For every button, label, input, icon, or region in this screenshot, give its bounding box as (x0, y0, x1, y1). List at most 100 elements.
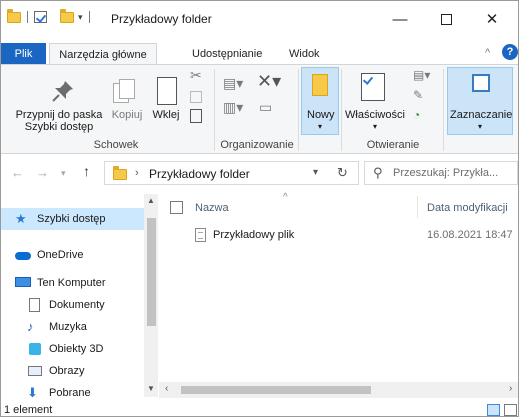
edit-icon[interactable]: ✎ (413, 89, 423, 101)
sidebar-item-quick-access[interactable]: ★ Szybki dostęp (1, 208, 144, 230)
folder-icon (113, 166, 127, 180)
horizontal-scrollbar[interactable]: ‹ › (159, 382, 518, 398)
rename-icon[interactable]: ▭ (259, 100, 272, 114)
item-count: 1 element (4, 404, 53, 416)
pin-icon (52, 81, 73, 102)
refresh-icon[interactable]: ↻ (337, 165, 348, 181)
chevron-down-icon: ▾ (478, 122, 483, 131)
select-label: Zaznaczanie (450, 109, 513, 121)
download-icon: ⬇ (27, 385, 38, 400)
copy-button[interactable]: Kopiuj (109, 109, 145, 121)
minimize-button[interactable]: — (377, 1, 423, 37)
select-all-checkbox[interactable] (170, 201, 183, 214)
recent-locations-icon[interactable]: ▾ (61, 168, 66, 179)
close-button[interactable]: ✕ (469, 1, 515, 37)
column-header-modified[interactable]: Data modyfikacji (427, 202, 508, 214)
pin-label-line1: Przypnij do paska (15, 109, 103, 121)
up-arrow-icon[interactable]: ↑ (83, 163, 90, 179)
column-header-name[interactable]: Nazwa (195, 202, 229, 214)
forward-arrow-icon[interactable]: → (36, 165, 49, 180)
select-button[interactable]: Zaznaczanie ▾ (447, 67, 513, 135)
computer-icon (15, 276, 31, 290)
open-icon[interactable]: ▤▾ (413, 69, 430, 81)
copy-path-icon[interactable] (190, 91, 202, 103)
documents-icon (27, 298, 43, 312)
sidebar-item-3d-objects[interactable]: Obiekty 3D (27, 338, 103, 360)
customize-toolbar-icon[interactable]: ▾ (78, 12, 83, 23)
tab-share[interactable]: Udostępnianie (184, 43, 270, 65)
star-icon: ★ (15, 211, 27, 226)
sidebar-item-label: Muzyka (49, 321, 87, 333)
pin-to-quick-access-button[interactable]: Przypnij do paska Szybki dostęp (5, 109, 113, 133)
scrollbar-thumb[interactable] (147, 218, 156, 326)
help-icon[interactable]: ? (502, 44, 518, 60)
text-file-icon (195, 228, 206, 242)
move-to-icon[interactable]: ▤▾ (223, 76, 243, 90)
sidebar-item-documents[interactable]: Dokumenty (27, 294, 105, 316)
tab-file[interactable]: Plik (1, 43, 46, 65)
new-item-icon (312, 74, 328, 96)
sidebar-item-music[interactable]: ♪ Muzyka (27, 316, 87, 338)
pin-label-line2: Szybki dostęp (24, 121, 94, 133)
sidebar-item-onedrive[interactable]: OneDrive (15, 244, 83, 266)
address-bar[interactable]: › Przykładowy folder ▾ ↻ (104, 161, 359, 185)
scrollbar-thumb[interactable] (181, 386, 371, 394)
sort-ascending-icon: ^ (283, 192, 288, 203)
chevron-down-icon[interactable]: ▾ (313, 167, 318, 178)
ribbon-tabs: Plik Narzędzia główne Udostępnianie Wido… (1, 43, 518, 65)
chevron-right-icon[interactable]: › (135, 167, 139, 179)
chevron-down-icon: ▾ (372, 122, 377, 131)
toolbar-divider (27, 11, 28, 23)
paste-shortcut-icon[interactable] (190, 109, 202, 123)
paste-button[interactable]: Wklej (149, 109, 183, 121)
large-icons-view-icon[interactable] (504, 404, 517, 416)
cut-icon[interactable]: ✂ (190, 68, 202, 82)
quick-access-toolbar: ▾ (7, 8, 96, 23)
new-folder-icon[interactable] (60, 8, 74, 23)
navigation-bar: ← → ▾ ↑ › Przykładowy folder ▾ ↻ ⚲ Przes… (1, 158, 518, 188)
search-input[interactable]: Przeszukaj: Przykła... (393, 167, 498, 179)
sidebar-scrollbar[interactable]: ▲ ▼ (144, 194, 158, 397)
folder-icon (7, 8, 21, 23)
file-modified-date: 16.08.2021 18:47 (427, 229, 513, 241)
close-icon: ✕ (485, 11, 499, 28)
tab-view[interactable]: Widok (281, 43, 328, 65)
maximize-icon (440, 13, 452, 25)
sidebar-item-label: Obiekty 3D (49, 343, 104, 355)
properties-label: Właściwości (345, 109, 405, 121)
column-divider[interactable] (417, 196, 418, 218)
new-button[interactable]: Nowy ▾ (301, 67, 339, 135)
address-path[interactable]: Przykładowy folder (149, 167, 250, 181)
sidebar-item-label: Szybki dostęp (37, 213, 106, 225)
open-group-label: Otwieranie (366, 139, 420, 151)
scroll-down-icon[interactable]: ▼ (147, 384, 155, 393)
tab-home[interactable]: Narzędzia główne (49, 43, 157, 65)
scroll-left-icon[interactable]: ‹ (165, 383, 168, 394)
sidebar-item-this-pc[interactable]: Ten Komputer (15, 272, 105, 294)
back-arrow-icon[interactable]: ← (11, 165, 24, 180)
sidebar-item-label: Ten Komputer (37, 277, 106, 289)
select-grid-icon (472, 74, 490, 92)
sidebar-item-pictures[interactable]: Obrazy (27, 360, 84, 382)
group-divider (298, 69, 299, 151)
table-row[interactable]: Przykładowy plik 16.08.2021 18:47 (159, 224, 518, 246)
cube-3d-icon (27, 342, 43, 356)
chevron-up-icon[interactable]: ^ (485, 47, 490, 59)
sidebar-item-downloads[interactable]: ⬇ Pobrane (27, 382, 91, 404)
details-view-icon[interactable] (487, 404, 500, 416)
history-icon[interactable]: ◔ (413, 109, 420, 121)
maximize-button[interactable] (423, 1, 469, 37)
clipboard-group-label: Schowek (93, 139, 139, 151)
delete-icon[interactable]: ✕▾ (257, 72, 281, 90)
properties-check-icon[interactable] (34, 11, 47, 23)
group-divider (443, 69, 444, 151)
copy-icon-front (119, 79, 135, 99)
scroll-right-icon[interactable]: › (509, 383, 512, 394)
file-explorer-window: ▾ Przykładowy folder — ✕ Plik Narzędzia … (0, 0, 519, 417)
properties-button[interactable]: Właściwości ▾ (343, 109, 407, 133)
copy-to-icon[interactable]: ▥▾ (223, 100, 243, 114)
scroll-up-icon[interactable]: ▲ (147, 196, 155, 205)
file-name[interactable]: Przykładowy plik (213, 229, 294, 241)
status-bar: 1 element (1, 402, 518, 416)
search-box[interactable]: ⚲ Przeszukaj: Przykła... (364, 161, 518, 185)
